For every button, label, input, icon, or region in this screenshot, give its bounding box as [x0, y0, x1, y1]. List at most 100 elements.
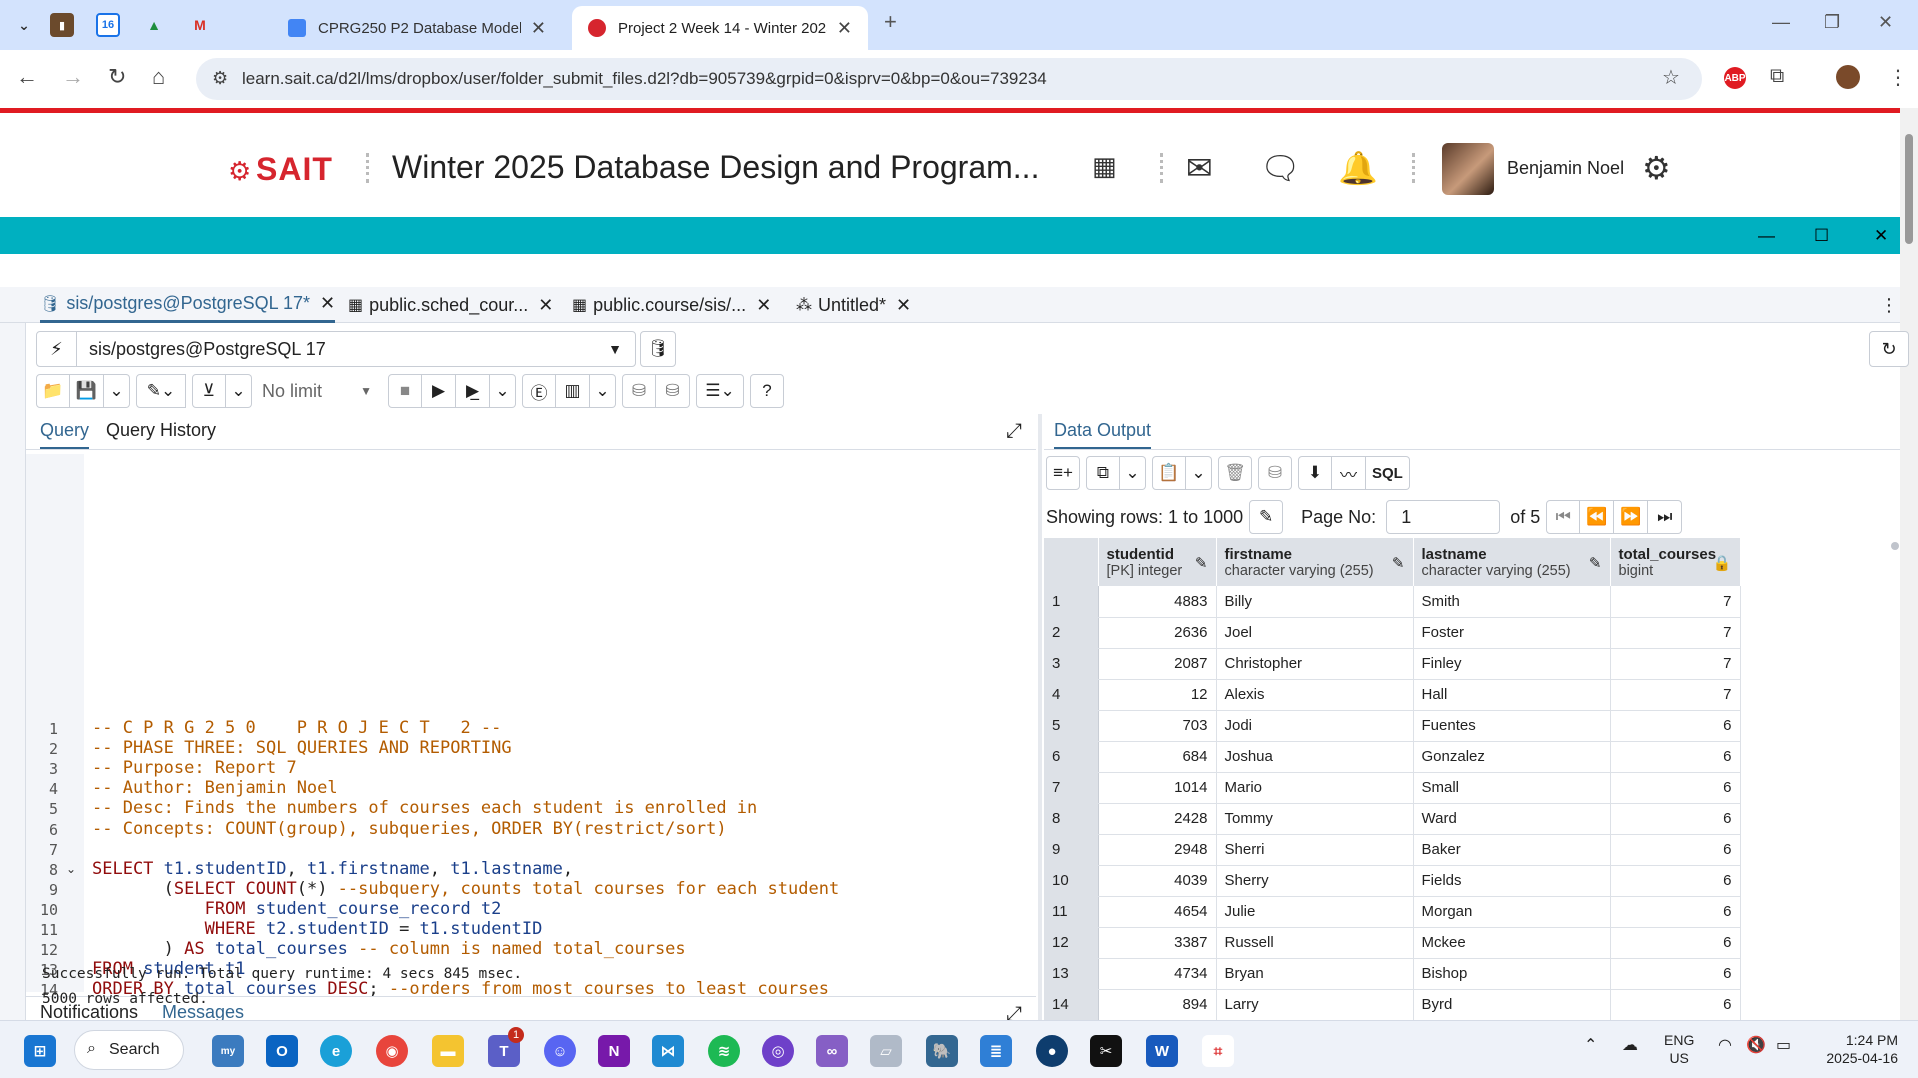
discord-icon[interactable]: ☺: [544, 1035, 576, 1067]
table-row[interactable]: 8 2428 Tommy Ward 6: [1044, 803, 1741, 835]
table-cell[interactable]: Jodi: [1216, 710, 1414, 742]
open-file-button[interactable]: 📁: [36, 374, 70, 408]
table-cell[interactable]: Gonzalez: [1413, 741, 1611, 773]
sql-button[interactable]: SQL: [1366, 456, 1410, 490]
grid-scrollbar[interactable]: [1890, 538, 1900, 1020]
gear-icon[interactable]: ⚙: [1642, 149, 1671, 187]
chevron-up-icon[interactable]: ⌃: [1584, 1037, 1597, 1055]
table-cell[interactable]: Hall: [1413, 679, 1611, 711]
table-cell[interactable]: 6: [1610, 772, 1741, 804]
restore-icon[interactable]: ❐: [1824, 12, 1840, 33]
url-field[interactable]: ⚙ learn.sait.ca/d2l/lms/dropbox/user/fol…: [196, 58, 1702, 100]
code-line[interactable]: -- PHASE THREE: SQL QUERIES AND REPORTIN…: [92, 738, 512, 758]
user-name[interactable]: Benjamin Noel: [1507, 158, 1624, 179]
code-line[interactable]: -- Desc: Finds the numbers of courses ea…: [92, 798, 757, 818]
close-icon[interactable]: ✕: [756, 295, 771, 316]
last-page-button[interactable]: ⏭: [1648, 500, 1683, 534]
network-icon[interactable]: ☁: [1622, 1037, 1638, 1055]
table-cell[interactable]: 7: [1610, 648, 1741, 680]
window-close-icon[interactable]: ✕: [1878, 12, 1893, 33]
table-cell[interactable]: Small: [1413, 772, 1611, 804]
table-cell[interactable]: Byrd: [1413, 989, 1611, 1021]
chat-icon[interactable]: 🗨: [1260, 149, 1301, 187]
onenote-icon[interactable]: N: [598, 1035, 630, 1067]
column-header[interactable]: firstname character varying (255) ✎: [1216, 538, 1414, 586]
table-cell[interactable]: 684: [1098, 741, 1217, 773]
more-options-icon[interactable]: ⋮: [1880, 287, 1898, 323]
table-cell[interactable]: Mckee: [1413, 927, 1611, 959]
stop-button[interactable]: ■: [388, 374, 422, 408]
tab-sched-course[interactable]: ▦ public.sched_cour... ✕: [348, 287, 553, 323]
close-icon[interactable]: ✕: [837, 18, 852, 39]
fold-chevron-icon[interactable]: ⌄: [66, 862, 76, 876]
refresh-button[interactable]: ↻: [1869, 331, 1909, 367]
table-row[interactable]: 13 4734 Bryan Bishop 6: [1044, 958, 1741, 990]
prev-page-button[interactable]: ⏪: [1580, 500, 1615, 534]
column-header[interactable]: lastname character varying (255) ✎: [1413, 538, 1611, 586]
table-cell[interactable]: Joshua: [1216, 741, 1414, 773]
word-icon[interactable]: W: [1146, 1035, 1178, 1067]
code-line[interactable]: -- Author: Benjamin Noel: [92, 778, 338, 798]
table-cell[interactable]: Julie: [1216, 896, 1414, 928]
macros-button[interactable]: ☰⌄: [696, 374, 744, 408]
table-cell[interactable]: 894: [1098, 989, 1217, 1021]
battery-icon[interactable]: ▭: [1776, 1037, 1791, 1055]
inner-minimize-icon[interactable]: —: [1758, 226, 1775, 246]
mysql-icon[interactable]: my: [212, 1035, 244, 1067]
file-explorer-icon[interactable]: ▬: [432, 1035, 464, 1067]
snipping-icon[interactable]: ✂: [1090, 1035, 1122, 1067]
table-cell[interactable]: 4654: [1098, 896, 1217, 928]
copy-dropdown[interactable]: ⌄: [1120, 456, 1146, 490]
tab-data-output[interactable]: Data Output: [1054, 420, 1152, 449]
visual-studio-icon[interactable]: ∞: [816, 1035, 848, 1067]
notepad-icon[interactable]: ≣: [980, 1035, 1012, 1067]
row-number[interactable]: 10: [1044, 865, 1099, 897]
table-cell[interactable]: 6: [1610, 958, 1741, 990]
close-icon[interactable]: ✕: [538, 295, 553, 316]
table-cell[interactable]: 2948: [1098, 834, 1217, 866]
first-page-button[interactable]: ⏮: [1546, 500, 1581, 534]
table-cell[interactable]: 6: [1610, 803, 1741, 835]
row-number[interactable]: 12: [1044, 927, 1099, 959]
calendar-tab-icon[interactable]: 16: [96, 13, 120, 37]
code-line[interactable]: SELECT t1.studentID, t1.firstname, t1.la…: [92, 859, 573, 879]
table-cell[interactable]: 2636: [1098, 617, 1217, 649]
table-cell[interactable]: Smith: [1413, 586, 1611, 618]
table-cell[interactable]: Sherry: [1216, 865, 1414, 897]
commit-button[interactable]: ⛁: [622, 374, 656, 408]
table-row[interactable]: 6 684 Joshua Gonzalez 6: [1044, 741, 1741, 773]
row-number[interactable]: 3: [1044, 648, 1099, 680]
table-cell[interactable]: 1014: [1098, 772, 1217, 804]
table-row[interactable]: 3 2087 Christopher Finley 7: [1044, 648, 1741, 680]
tab-untitled[interactable]: ⁂ Untitled* ✕: [796, 287, 911, 323]
save-dropdown[interactable]: ⌄: [104, 374, 130, 408]
rollback-button[interactable]: ⛁: [656, 374, 690, 408]
pgadmin-icon[interactable]: 🐘: [926, 1035, 958, 1067]
tab-query-history[interactable]: Query History: [106, 420, 216, 447]
volume-icon[interactable]: 🔇: [1746, 1037, 1766, 1055]
table-cell[interactable]: Fields: [1413, 865, 1611, 897]
paste-button[interactable]: 📋: [1152, 456, 1186, 490]
table-cell[interactable]: Billy: [1216, 586, 1414, 618]
new-connection-button[interactable]: 🛢: [640, 331, 676, 367]
execute-button[interactable]: ▶: [422, 374, 456, 408]
home-icon[interactable]: ⌂: [152, 64, 165, 90]
page-number-input[interactable]: 1: [1386, 500, 1501, 534]
back-icon[interactable]: ←: [16, 64, 38, 90]
scroll-thumb[interactable]: [1905, 134, 1913, 244]
explain-analyze-button[interactable]: ▥: [556, 374, 590, 408]
table-cell[interactable]: 703: [1098, 710, 1217, 742]
table-cell[interactable]: 6: [1610, 710, 1741, 742]
app-icon[interactable]: ⌗: [1202, 1035, 1234, 1067]
github-icon[interactable]: ◎: [762, 1035, 794, 1067]
table-cell[interactable]: Alexis: [1216, 679, 1414, 711]
language-indicator[interactable]: ENG US: [1664, 1031, 1694, 1067]
avatar[interactable]: [1442, 143, 1494, 195]
filter-dropdown[interactable]: ⌄: [226, 374, 252, 408]
adblock-icon[interactable]: ABP: [1724, 67, 1746, 89]
app-icon[interactable]: ●: [1036, 1035, 1068, 1067]
table-cell[interactable]: 6: [1610, 834, 1741, 866]
tab-query[interactable]: Query: [40, 420, 90, 449]
table-cell[interactable]: 2087: [1098, 648, 1217, 680]
chrome-icon[interactable]: ◉: [376, 1035, 408, 1067]
